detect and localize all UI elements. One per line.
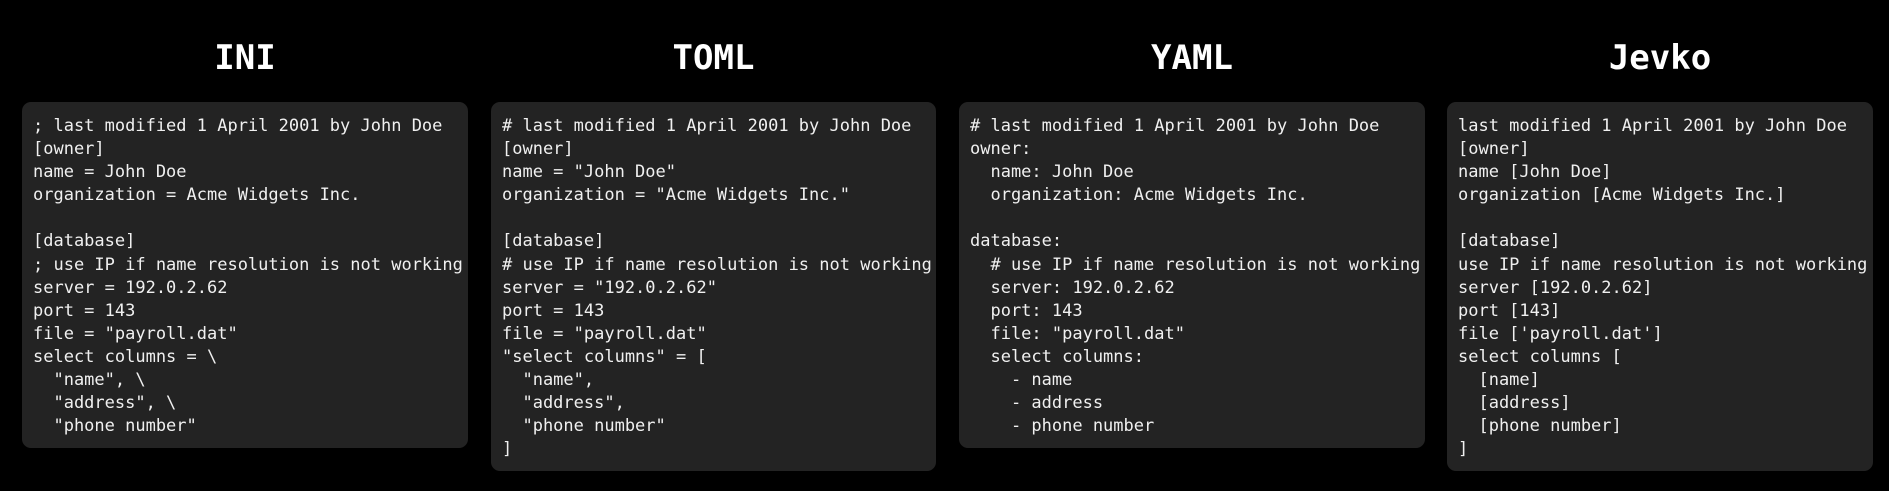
yaml-code-block: # last modified 1 April 2001 by John Doe… (959, 102, 1425, 448)
toml-title: TOML (672, 38, 755, 78)
ini-code-block: ; last modified 1 April 2001 by John Doe… (22, 102, 468, 448)
ini-title: INI (214, 38, 276, 78)
jevko-title: Jevko (1608, 38, 1712, 78)
jevko-code-block: last modified 1 April 2001 by John Doe [… (1447, 102, 1873, 471)
toml-code-block: # last modified 1 April 2001 by John Doe… (491, 102, 936, 471)
yaml-title: YAML (1151, 38, 1233, 78)
